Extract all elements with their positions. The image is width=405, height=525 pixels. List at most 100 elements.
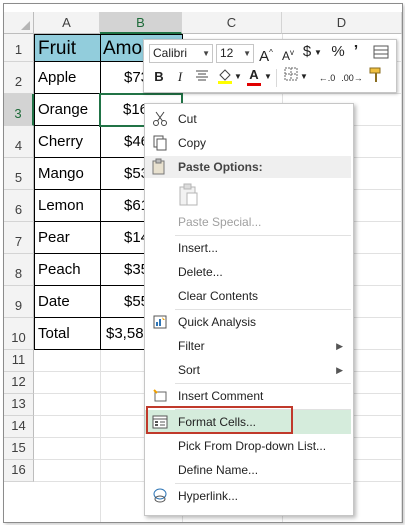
menu-item-filter[interactable]: Filter ▶: [145, 334, 351, 358]
row-header-11[interactable]: 11: [4, 350, 34, 372]
menu-label: Delete...: [178, 265, 223, 279]
accounting-format-button[interactable]: $: [300, 43, 314, 61]
cell-a4[interactable]: Cherry: [38, 126, 83, 157]
font-color-icon: A: [249, 67, 259, 82]
mini-toolbar: Calibri ▼ 12 ▼ A^ Av $ ▼ % ’ B I ▼ A ▼ ▼…: [143, 39, 397, 93]
chevron-down-icon: ▼: [202, 49, 210, 58]
row-header-8[interactable]: 8: [4, 254, 34, 286]
fill-color-button[interactable]: [216, 67, 234, 90]
menu-item-delete[interactable]: Delete...: [145, 260, 351, 284]
percent-style-button[interactable]: %: [330, 43, 346, 61]
menu-item-copy[interactable]: Copy: [145, 131, 351, 155]
cell-a5[interactable]: Mango: [38, 158, 84, 189]
cell-b1[interactable]: Amo: [103, 35, 143, 62]
cell-a1[interactable]: Fruit: [38, 35, 76, 62]
select-all-corner[interactable]: [4, 12, 34, 34]
cell-a3[interactable]: Orange: [38, 94, 88, 125]
cell-a6[interactable]: Lemon: [38, 190, 84, 221]
row-header-9[interactable]: 9: [4, 286, 34, 318]
copy-icon: [151, 134, 169, 152]
row-header-10[interactable]: 10: [4, 318, 34, 350]
comment-icon: [151, 387, 169, 405]
chevron-down-icon[interactable]: ▼: [234, 68, 242, 86]
cell-a7[interactable]: Pear: [38, 222, 70, 253]
row-header-15[interactable]: 15: [4, 438, 34, 460]
menu-label: Paste Special...: [178, 215, 262, 229]
font-size-value: 12: [220, 46, 234, 60]
row-header-1[interactable]: 1: [4, 34, 34, 62]
menu-label: Define Name...: [178, 463, 259, 477]
row-header-3[interactable]: 3: [4, 94, 34, 126]
scissors-icon: [151, 110, 169, 128]
row-header-13[interactable]: 13: [4, 394, 34, 416]
column-header-b[interactable]: B: [100, 12, 182, 34]
context-menu: Cut Copy Paste Options: Paste Special...…: [144, 103, 354, 516]
paste-option-button[interactable]: [177, 182, 201, 208]
row-header-5[interactable]: 5: [4, 158, 34, 190]
menu-item-quick-analysis[interactable]: Quick Analysis: [145, 310, 351, 334]
row-header-14[interactable]: 14: [4, 416, 34, 438]
row-header-4[interactable]: 4: [4, 126, 34, 158]
column-header-a[interactable]: A: [34, 12, 100, 34]
menu-label: Hyperlink...: [178, 489, 239, 503]
comma-style-button[interactable]: ’: [350, 43, 362, 61]
menu-item-pick-from-list[interactable]: Pick From Drop-down List...: [145, 434, 351, 458]
table-border: [100, 34, 101, 350]
column-header-c[interactable]: C: [182, 12, 282, 34]
menu-label: Paste Options:: [178, 160, 263, 174]
row-header-2[interactable]: 2: [4, 62, 34, 94]
menu-label: Insert...: [178, 241, 219, 255]
cell-a2[interactable]: Apple: [38, 62, 76, 93]
submenu-arrow-icon: ▶: [336, 365, 343, 375]
column-header-d[interactable]: D: [282, 12, 402, 34]
chevron-down-icon[interactable]: ▼: [264, 68, 272, 86]
menu-item-define-name[interactable]: Define Name...: [145, 458, 351, 482]
chevron-down-icon[interactable]: ▼: [314, 44, 322, 62]
menu-label: Pick From Drop-down List...: [178, 439, 327, 453]
row-header-6[interactable]: 6: [4, 190, 34, 222]
menu-label: Sort: [178, 363, 201, 377]
borders-button[interactable]: [282, 67, 300, 86]
bold-button[interactable]: B: [152, 68, 166, 86]
format-painter-icon[interactable]: [366, 66, 386, 89]
chevron-down-icon[interactable]: ▼: [300, 68, 308, 86]
row-header-7[interactable]: 7: [4, 222, 34, 254]
menu-label: Quick Analysis: [178, 315, 257, 329]
menu-item-insert[interactable]: Insert...: [145, 236, 351, 260]
cell-a10[interactable]: Total: [38, 318, 70, 349]
increase-font-icon: A: [259, 48, 270, 65]
decrease-decimal-button[interactable]: .00→: [340, 69, 364, 87]
menu-label: Cut: [178, 112, 197, 126]
excel-window: A B C D 1 2 3 4 5 6 7 8 9 10 11 12 13 14…: [3, 3, 403, 523]
menu-item-clear-contents[interactable]: Clear Contents: [145, 284, 351, 308]
italic-button[interactable]: I: [174, 68, 186, 86]
cell-b10[interactable]: $3,58: [106, 318, 144, 349]
cell-a8[interactable]: Peach: [38, 254, 81, 285]
cell-a9[interactable]: Date: [38, 286, 70, 317]
increase-decimal-button[interactable]: ←.0: [316, 69, 338, 87]
font-color-button[interactable]: A: [246, 66, 262, 86]
menu-item-hyperlink[interactable]: Hyperlink...: [145, 484, 351, 508]
menu-label: Insert Comment: [178, 389, 264, 403]
decrease-font-size-button[interactable]: Av: [280, 44, 296, 65]
menu-label: Copy: [178, 136, 207, 150]
align-center-button[interactable]: [194, 68, 210, 87]
decrease-font-icon: A: [281, 49, 290, 63]
row-header-12[interactable]: 12: [4, 372, 34, 394]
increase-font-size-button[interactable]: A^: [258, 44, 274, 66]
menu-item-cut[interactable]: Cut: [145, 107, 351, 131]
font-size-box[interactable]: 12 ▼: [216, 44, 254, 63]
row-header-16[interactable]: 16: [4, 460, 34, 482]
font-name-box[interactable]: Calibri ▼: [149, 44, 213, 63]
quick-analysis-icon: [151, 313, 169, 331]
paste-icon: [151, 158, 167, 183]
separator: [276, 69, 277, 87]
paste-options-header: Paste Options:: [145, 156, 351, 178]
menu-item-sort[interactable]: Sort ▶: [145, 358, 351, 382]
format-painter-grid-icon[interactable]: [372, 44, 390, 65]
menu-item-insert-comment[interactable]: Insert Comment: [145, 384, 351, 408]
hyperlink-icon: [151, 487, 169, 505]
chevron-down-icon: ▼: [243, 49, 251, 58]
menu-label: Filter: [178, 339, 205, 353]
menu-item-paste-special[interactable]: Paste Special...: [145, 210, 351, 234]
